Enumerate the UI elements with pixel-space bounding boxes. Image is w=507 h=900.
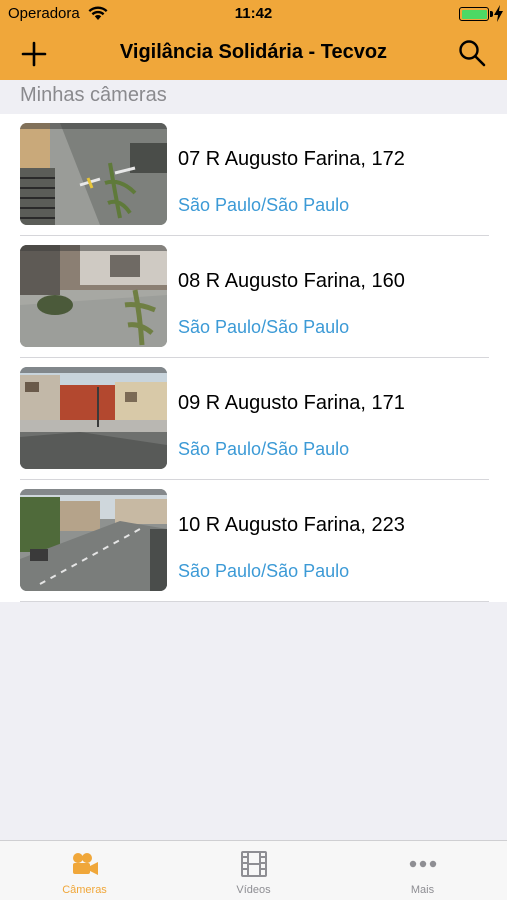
camera-list: 07 R Augusto Farina, 172 São Paulo/São P… (0, 114, 507, 602)
camera-row[interactable]: 07 R Augusto Farina, 172 São Paulo/São P… (0, 114, 507, 236)
battery-icon (459, 7, 489, 21)
tab-bar: Câmeras Vídeos Mais (0, 840, 507, 900)
camera-name: 10 R Augusto Farina, 223 (178, 514, 405, 536)
status-bar: Operadora 11:42 (0, 0, 507, 28)
top-bar: Operadora 11:42 Vigilância Solidária - T… (0, 0, 507, 80)
more-icon (409, 860, 437, 868)
search-icon[interactable] (457, 38, 487, 68)
tab-more[interactable]: Mais (338, 841, 507, 900)
section-title: Minhas câmeras (20, 84, 167, 106)
camera-thumbnail (20, 245, 167, 347)
navigation-bar: Vigilância Solidária - Tecvoz (0, 28, 507, 80)
camera-row[interactable]: 10 R Augusto Farina, 223 São Paulo/São P… (0, 480, 507, 602)
tab-more-label: Mais (410, 884, 435, 896)
camera-location: São Paulo/São Paulo (178, 317, 350, 337)
camera-row[interactable]: 08 R Augusto Farina, 160 São Paulo/São P… (0, 236, 507, 358)
video-camera-icon (73, 853, 98, 875)
battery-cap (490, 11, 493, 17)
tab-cameras-label: Câmeras (62, 884, 107, 896)
camera-thumbnail (20, 367, 167, 469)
camera-location: São Paulo/São Paulo (178, 561, 350, 581)
app-screen: Operadora 11:42 Vigilância Solidária - T… (0, 0, 507, 900)
camera-name: 07 R Augusto Farina, 172 (178, 148, 405, 170)
tab-videos[interactable]: Vídeos (169, 841, 338, 900)
camera-thumbnail (20, 489, 167, 591)
charging-icon (494, 5, 503, 22)
film-icon (241, 851, 267, 877)
camera-thumbnail (20, 123, 167, 225)
tab-cameras[interactable]: Câmeras (0, 841, 169, 900)
clock: 11:42 (234, 5, 273, 22)
camera-row[interactable]: 09 R Augusto Farina, 171 São Paulo/São P… (0, 358, 507, 480)
page-title: Vigilância Solidária - Tecvoz (119, 41, 388, 63)
camera-name: 08 R Augusto Farina, 160 (178, 270, 405, 292)
tab-videos-label: Vídeos (236, 884, 271, 896)
plus-icon[interactable] (18, 38, 50, 70)
camera-name: 09 R Augusto Farina, 171 (178, 392, 405, 414)
camera-location: São Paulo/São Paulo (178, 195, 350, 215)
camera-location: São Paulo/São Paulo (178, 439, 350, 459)
